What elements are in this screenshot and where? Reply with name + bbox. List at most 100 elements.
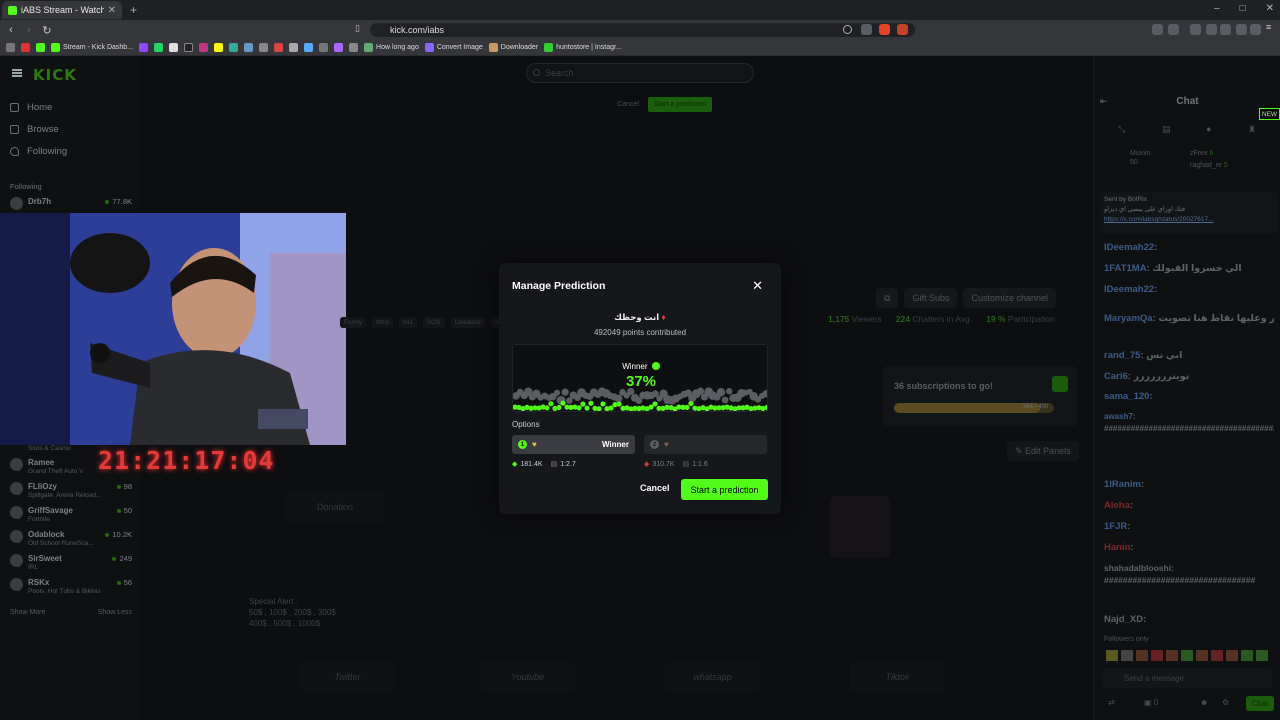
bookmark-tiktok-icon[interactable] — [184, 43, 194, 52]
bookmark-icon-11[interactable] — [289, 43, 299, 52]
emote[interactable] — [1211, 650, 1223, 661]
bookmark-huntostore[interactable]: huntostore | Instagr... — [544, 43, 622, 52]
bookmark-x-icon[interactable] — [169, 43, 179, 52]
emote[interactable] — [1136, 650, 1148, 661]
tag[interactable]: mtrp — [372, 317, 394, 328]
close-icon[interactable]: ✕ — [752, 278, 763, 294]
zoom-icon[interactable] — [843, 25, 852, 34]
pinned-link[interactable]: https://x.com/iabsq/status/20027617... — [1104, 215, 1274, 225]
followed-channel[interactable]: GriffSavage Fortnite 50 — [10, 506, 132, 523]
prediction-option-2[interactable]: 2 ♥ — [644, 435, 767, 454]
bookmark-stream-dashboard[interactable]: Stream - Kick Dashb... — [51, 43, 133, 52]
maximize-icon[interactable]: □ — [1240, 3, 1246, 14]
show-less-button[interactable]: Show Less — [98, 609, 132, 616]
pin-icon[interactable]: ⤡ — [1118, 124, 1125, 135]
nav-following[interactable]: Following — [10, 146, 67, 157]
chat-send-button[interactable]: Chat — [1246, 696, 1274, 711]
hamburger-menu-icon[interactable] — [12, 69, 22, 77]
tag[interactable]: Funny — [340, 317, 367, 328]
url-field[interactable]: kick.com/iabs — [370, 23, 915, 37]
emote[interactable] — [1166, 650, 1178, 661]
sidebar-icon[interactable] — [1206, 24, 1217, 35]
nav-browse[interactable]: Browse — [10, 124, 59, 135]
bookmark-convert-image[interactable]: Convert Image — [424, 43, 483, 52]
extension-icon-1[interactable] — [1152, 24, 1163, 35]
bookmark-whatsapp-icon[interactable] — [154, 43, 164, 52]
music-icon[interactable] — [1190, 24, 1201, 35]
gift-icon[interactable]: ▣ 0 — [1144, 698, 1158, 707]
bookmark-icon-8[interactable] — [244, 43, 254, 52]
cancel-button[interactable]: Cancel — [640, 483, 670, 493]
prediction-option-1[interactable]: 1 ♥ Winner — [512, 435, 635, 454]
show-more-button[interactable]: Show More — [10, 609, 45, 616]
bookmark-star-icon[interactable]: ▯ — [355, 23, 366, 34]
subs-goal-button[interactable] — [1052, 376, 1068, 392]
new-tab-icon[interactable]: + — [130, 3, 137, 17]
emote[interactable] — [1196, 650, 1208, 661]
bookmark-kick[interactable] — [36, 43, 45, 52]
panel-youtube[interactable]: Youtube — [480, 662, 575, 692]
browser-tab[interactable]: iABS Stream - Watch Live on Kick ✕ — [2, 1, 122, 19]
tag[interactable]: SOS — [422, 317, 445, 328]
tag[interactable]: lvl1 — [399, 317, 417, 328]
share-icon[interactable] — [861, 24, 872, 35]
followed-channel[interactable]: RSKx Pools, Hot Tubs & Bikinis 56 — [10, 578, 132, 595]
followed-channel[interactable]: SirSweet IRL 249 — [10, 554, 132, 571]
emote[interactable] — [1181, 650, 1193, 661]
edit-panels-button[interactable]: ✎ Edit Panels — [1007, 441, 1079, 461]
panel-donation[interactable]: Donation — [285, 492, 385, 522]
nav-home[interactable]: Home — [10, 102, 52, 113]
brave-shield-icon[interactable] — [879, 24, 890, 35]
minimize-icon[interactable]: – — [1214, 3, 1220, 14]
new-badge[interactable]: NEW — [1259, 108, 1280, 120]
menu-icon[interactable]: ≡ — [1266, 22, 1277, 33]
emote[interactable] — [1241, 650, 1253, 661]
bookmark-youtube-icon[interactable] — [21, 43, 30, 52]
bookmark-icon-15[interactable] — [349, 43, 359, 52]
extension-icon-3[interactable] — [1220, 24, 1231, 35]
extension-icon-2[interactable] — [1168, 24, 1179, 35]
settings-button[interactable]: ⧉ — [876, 288, 899, 308]
reload-icon[interactable]: ↻ — [40, 24, 54, 37]
chat-message-input[interactable]: Send a message — [1102, 668, 1272, 688]
emote[interactable] — [1121, 650, 1133, 661]
panel-tiktok[interactable]: Tiktok — [850, 662, 945, 692]
message-icon[interactable]: ● — [1206, 124, 1211, 134]
bookmark-instagram-icon[interactable] — [199, 43, 209, 52]
bookmark-icon-12[interactable] — [304, 43, 314, 52]
forward-icon[interactable]: › — [22, 24, 36, 36]
points-icon[interactable]: ⇄ — [1108, 698, 1115, 707]
brave-rewards-icon[interactable] — [897, 24, 908, 35]
bookmark-icon-9[interactable] — [259, 43, 269, 52]
bookmark-twitch-icon[interactable] — [139, 43, 149, 52]
emote[interactable] — [1226, 650, 1238, 661]
extension-icon-5[interactable] — [1250, 24, 1261, 35]
tag[interactable]: Lewaone — [450, 317, 485, 328]
bookmark-snapchat-icon[interactable] — [214, 43, 224, 52]
followed-channel[interactable]: Odablock Old School RuneSca... 10.2K — [10, 530, 132, 547]
emote-icon[interactable]: ☻ — [1200, 698, 1208, 707]
gift-subs-button[interactable]: Gift Subs — [904, 288, 958, 308]
apps-icon[interactable] — [6, 43, 15, 52]
panel-twitter[interactable]: Twitter — [300, 662, 395, 692]
trash-icon[interactable]: ▤ — [1162, 124, 1171, 135]
kick-logo[interactable]: KICK — [33, 66, 77, 84]
extension-icon-4[interactable] — [1236, 24, 1247, 35]
bookmark-icon-13[interactable] — [319, 43, 329, 52]
gear-icon[interactable]: ⚙ — [1222, 698, 1229, 707]
followed-channel[interactable]: Drb7h 77.8K — [10, 197, 132, 210]
customize-channel-button[interactable]: Customize channel — [963, 288, 1056, 308]
search-input[interactable]: Search — [526, 63, 754, 83]
bookmark-icon-14[interactable] — [334, 43, 344, 52]
emote[interactable] — [1151, 650, 1163, 661]
followed-channel[interactable]: FLIiOzy Spillgate: Arena Reload... 98 — [10, 482, 132, 499]
start-prediction-button[interactable]: Start a prediction — [681, 479, 768, 500]
bookmark-downloader[interactable]: Downloader — [488, 43, 538, 52]
back-icon[interactable]: ‹ — [4, 24, 18, 36]
close-window-icon[interactable]: ✕ — [1266, 3, 1274, 14]
emote[interactable] — [1256, 650, 1268, 661]
trophy-icon[interactable]: ♜ — [1248, 124, 1256, 135]
bookmark-how-long-ago[interactable]: How long ago — [364, 43, 419, 52]
bookmark-icon-10[interactable] — [274, 43, 284, 52]
emote[interactable] — [1106, 650, 1118, 661]
